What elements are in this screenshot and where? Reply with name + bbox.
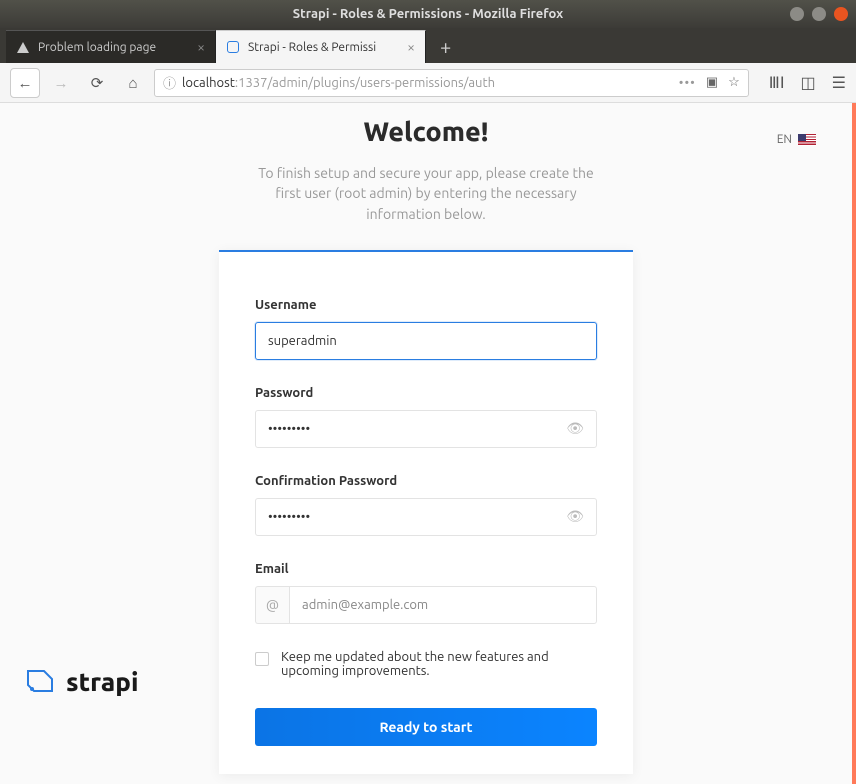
submit-label: Ready to start — [379, 719, 472, 735]
close-icon[interactable]: × — [407, 39, 415, 55]
browser-tabstrip: Problem loading page × Strapi - Roles & … — [0, 28, 856, 63]
page-content: EN Welcome! To finish setup and secure y… — [0, 103, 856, 784]
hamburger-menu-icon[interactable]: ☰ — [832, 73, 846, 92]
username-input[interactable]: superadmin — [255, 322, 597, 360]
password-label: Password — [255, 386, 597, 400]
username-label: Username — [255, 298, 597, 312]
newsletter-checkbox[interactable] — [255, 652, 269, 666]
tab-label: Problem loading page — [38, 41, 156, 54]
reload-button[interactable]: ⟳ — [82, 68, 112, 98]
library-icon[interactable]: ⅢⅠ — [769, 73, 785, 92]
window-title: Strapi - Roles & Permissions - Mozilla F… — [293, 7, 563, 21]
page-actions-icon[interactable]: ••• — [679, 76, 696, 90]
strapi-logo-icon — [24, 669, 56, 695]
brand-logo: strapi — [24, 667, 138, 696]
close-icon[interactable]: × — [197, 39, 205, 55]
email-addon-icon: @ — [255, 586, 289, 624]
brand-name: strapi — [66, 667, 138, 696]
window-maximize-button[interactable] — [812, 7, 826, 21]
confirm-password-value: ••••••••• — [268, 510, 310, 524]
home-button[interactable]: ⌂ — [118, 68, 148, 98]
page-subheading: To finish setup and secure your app, ple… — [246, 163, 606, 224]
window-close-button[interactable] — [834, 7, 848, 21]
forward-button[interactable]: → — [46, 68, 76, 98]
new-tab-button[interactable]: + — [426, 30, 465, 63]
url-bar[interactable]: ⓘ localhost:1337/admin/plugins/users-per… — [154, 69, 749, 97]
language-picker[interactable]: EN — [777, 133, 816, 146]
eye-icon[interactable]: 👁 — [566, 420, 584, 437]
tab-label: Strapi - Roles & Permissi — [248, 41, 376, 54]
language-code: EN — [777, 133, 792, 146]
browser-toolbar: ← → ⟳ ⌂ ⓘ localhost:1337/admin/plugins/u… — [0, 63, 856, 103]
email-value: admin@example.com — [302, 598, 428, 612]
email-label: Email — [255, 562, 597, 576]
register-form: Username superadmin Password ••••••••• 👁… — [219, 250, 633, 774]
window-minimize-button[interactable] — [790, 7, 804, 21]
info-icon[interactable]: ⓘ — [163, 73, 176, 92]
eye-icon[interactable]: 👁 — [566, 508, 584, 525]
window-titlebar: Strapi - Roles & Permissions - Mozilla F… — [0, 0, 856, 28]
newsletter-label: Keep me updated about the new features a… — [281, 650, 597, 678]
confirm-password-label: Confirmation Password — [255, 474, 597, 488]
tab-strapi[interactable]: Strapi - Roles & Permissi × — [216, 30, 426, 63]
confirm-password-input[interactable]: ••••••••• 👁 — [255, 498, 597, 536]
submit-button[interactable]: Ready to start — [255, 708, 597, 746]
email-input[interactable]: admin@example.com — [289, 586, 597, 624]
password-input[interactable]: ••••••••• 👁 — [255, 410, 597, 448]
strapi-favicon-icon — [226, 40, 240, 54]
us-flag-icon — [798, 134, 816, 146]
tab-problem-loading[interactable]: Problem loading page × — [6, 30, 216, 63]
sidebar-icon[interactable]: ◫ — [801, 73, 816, 92]
username-value: superadmin — [268, 334, 337, 348]
reader-mode-icon[interactable]: ▣ — [706, 75, 718, 90]
bookmark-star-icon[interactable]: ☆ — [728, 75, 740, 90]
back-button[interactable]: ← — [10, 68, 40, 98]
warning-icon — [16, 40, 30, 54]
page-heading: Welcome! — [0, 117, 852, 147]
url-path: :1337/admin/plugins/users-permissions/au… — [235, 76, 495, 90]
url-host: localhost — [182, 76, 235, 90]
password-value: ••••••••• — [268, 422, 310, 436]
